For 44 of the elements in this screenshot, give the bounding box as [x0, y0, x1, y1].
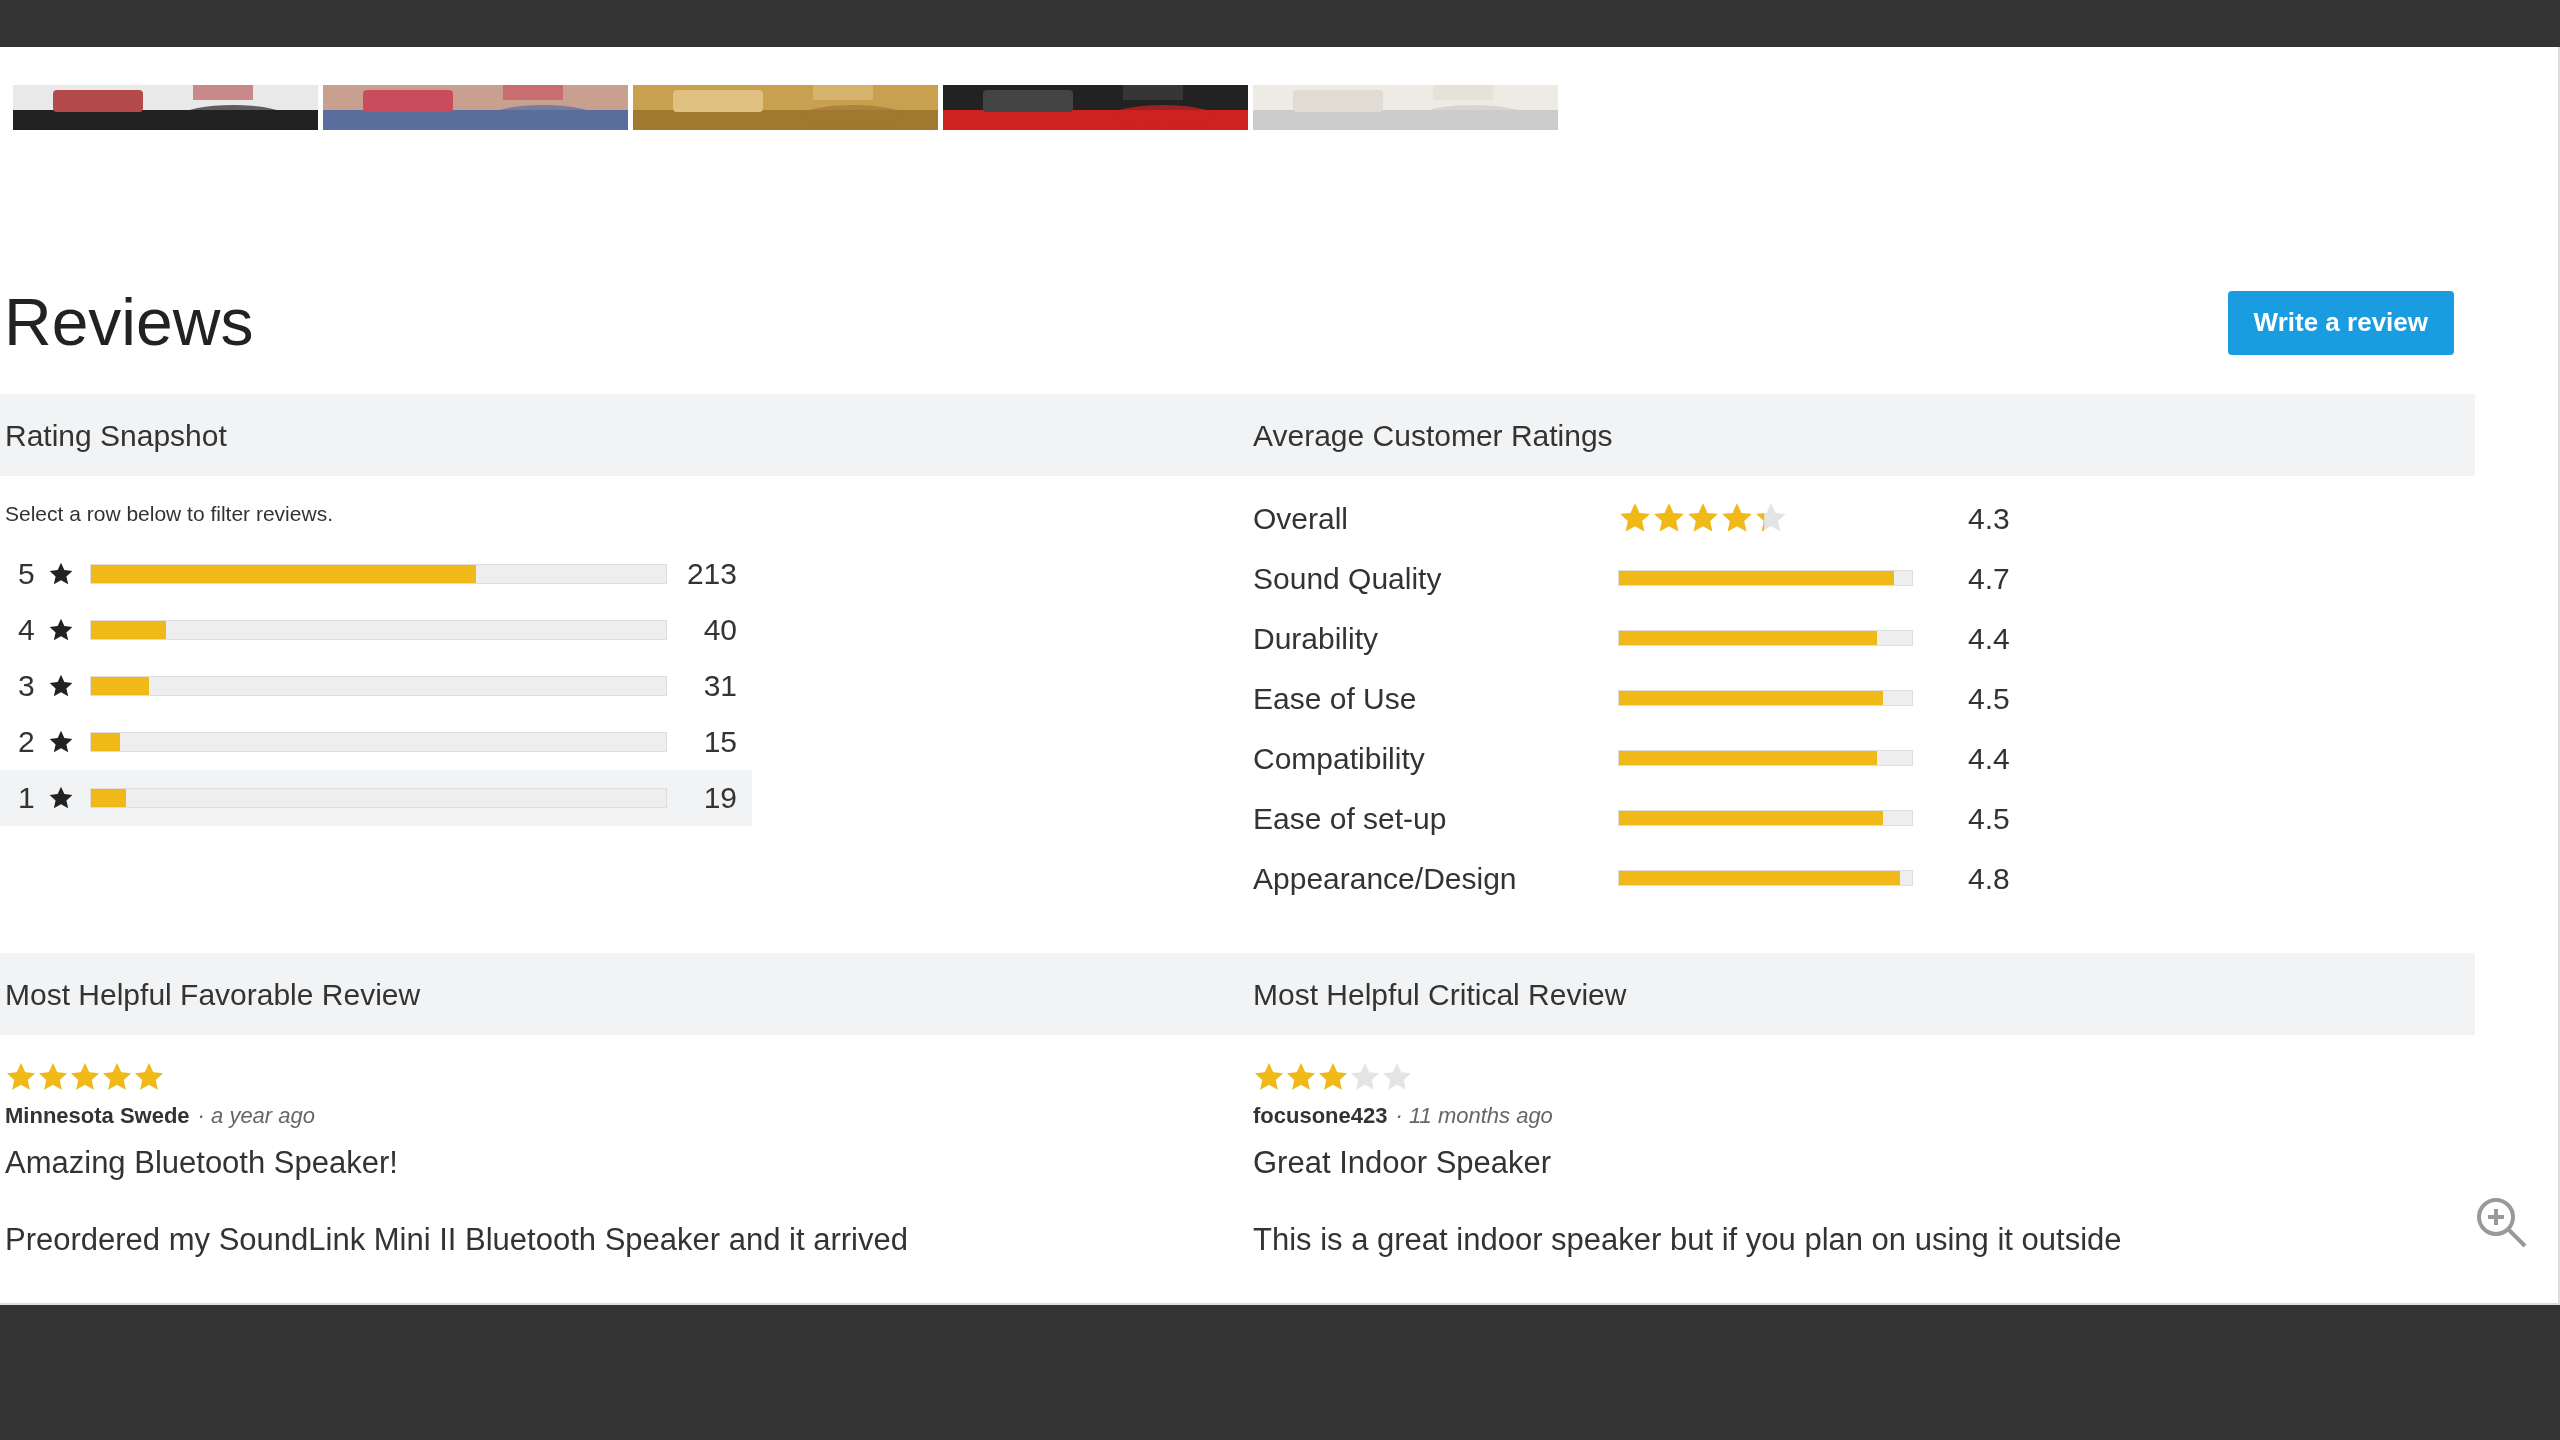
section-heading: Average Customer Ratings — [1253, 417, 1613, 454]
rating-value: 4.4 — [1968, 740, 2010, 777]
review-count: 15 — [702, 724, 737, 760]
star-label: 3 — [18, 668, 36, 704]
rating-filter-row[interactable]: 3 31 — [0, 657, 752, 714]
reviewer-name: focusone423 — [1253, 1102, 1388, 1130]
review-time: · a year ago — [197, 1102, 315, 1130]
star-label: 4 — [18, 612, 36, 648]
rating-value: 4.5 — [1968, 680, 2010, 717]
rating-filter-row[interactable]: 4 40 — [0, 601, 752, 658]
section-heading: Rating Snapshot — [5, 417, 227, 454]
rating-value: 4.8 — [1968, 860, 2010, 897]
rating-filter-row[interactable]: 2 15 — [0, 713, 752, 770]
rating-label: Ease of set-up — [1253, 800, 1448, 837]
section-heading: Most Helpful Favorable Review — [5, 976, 421, 1013]
review-title: Amazing Bluetooth Speaker! — [5, 1144, 399, 1182]
rating-filter-row[interactable]: 1 19 — [0, 769, 752, 826]
review-count: 31 — [702, 668, 737, 704]
rating-label: Appearance/Design — [1253, 860, 1518, 897]
rating-value: 4.5 — [1968, 800, 2010, 837]
rating-value: 4.3 — [1968, 500, 2010, 537]
zoom-icon[interactable] — [2474, 1195, 2528, 1249]
review-count: 213 — [685, 556, 737, 592]
review-time: · 11 months ago — [1395, 1102, 1553, 1130]
star-label: 5 — [18, 556, 36, 592]
rating-label: Sound Quality — [1253, 560, 1443, 597]
rating-filter-row[interactable]: 5 213 — [0, 545, 752, 602]
rating-value: 4.4 — [1968, 620, 2010, 657]
star-label: 2 — [18, 724, 36, 760]
section-heading: Most Helpful Critical Review — [1253, 976, 1627, 1013]
review-count: 19 — [702, 780, 737, 816]
section-title: Reviews — [4, 284, 254, 361]
review-title: Great Indoor Speaker — [1253, 1144, 1553, 1182]
rating-label: Ease of Use — [1253, 680, 1418, 717]
rating-value: 4.7 — [1968, 560, 2010, 597]
rating-label: Durability — [1253, 620, 1380, 657]
filter-hint: Select a row below to filter reviews. — [4, 501, 334, 527]
review-text: Preordered my SoundLink Mini II Bluetooth Speaker and it arrived — [5, 1220, 909, 1259]
rating-label: Compatibility — [1253, 740, 1426, 777]
reviewer-name: Minnesota Swede — [5, 1102, 190, 1130]
review-text: This is a great indoor speaker but if you plan on using it outside — [1253, 1220, 2123, 1259]
rating-label: Overall — [1253, 500, 1350, 537]
review-count: 40 — [702, 612, 737, 648]
star-label: 1 — [18, 780, 36, 816]
